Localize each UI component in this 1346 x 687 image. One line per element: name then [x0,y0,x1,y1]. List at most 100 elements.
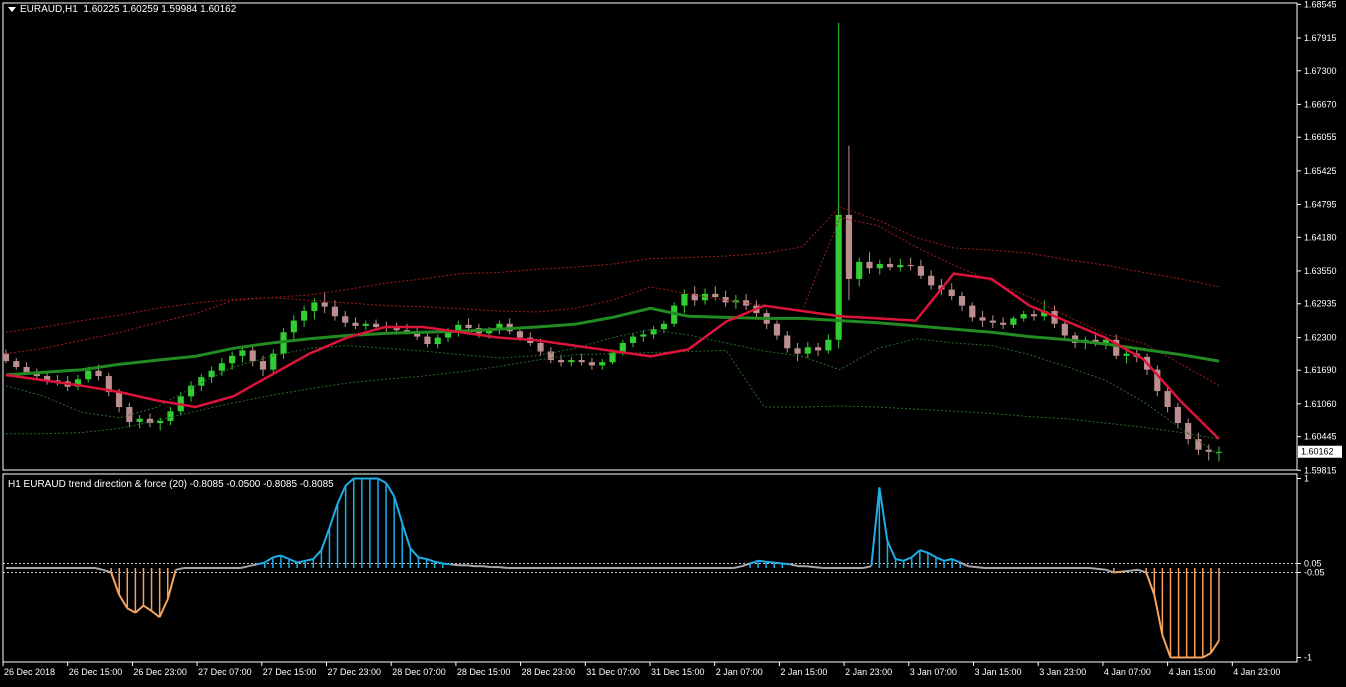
time-tick-label: 27 Dec 07:00 [198,667,252,677]
candle-body [897,265,904,268]
candle-body [1061,323,1068,336]
indicator-outline-segment [943,558,953,562]
indicator-outline-segment [175,567,185,571]
indicator-tick-label: -0.05 [1304,567,1325,577]
price-tick-label: 1.64795 [1304,199,1337,209]
candle-body [794,348,801,354]
time-tick-label: 27 Dec 23:00 [328,667,382,677]
candle-body [465,324,472,329]
chart-header: EURAUD,H1 1.60225 1.60259 1.59984 1.6016… [8,4,236,15]
candle-body [1123,353,1130,356]
candle-body [13,361,20,367]
candle-body [537,342,544,352]
indicator-outline-segment [806,565,815,569]
time-tick-label: 28 Dec 23:00 [522,667,576,677]
time-tick-label: 31 Dec 07:00 [586,667,640,677]
candle-body [424,336,431,345]
indicator-outline-segment [1089,567,1098,570]
indicator-outline-segment [814,566,823,569]
candle-body [342,316,349,323]
candle-body [558,360,565,363]
price-tick-label: 1.60445 [1304,432,1337,442]
chart-window[interactable]: 1.68545 1.67915 1.67300 1.66670 1.66055 1.654… [0,0,1346,682]
indicator-outline-segment [870,487,881,567]
candle-body [352,322,359,326]
indicator-outline-segment [150,610,161,618]
slow-moving-average-line [5,306,1220,377]
indicator-outline-segment [790,563,799,568]
candle-body [362,323,369,326]
candle-body [1205,449,1212,452]
indicator-outline-segment [927,551,937,559]
indicator-tick-label: -1 [1304,653,1312,663]
indicator-outline-segment [288,558,298,564]
indicator-outline-segment [118,594,129,609]
candle-body [239,350,246,356]
indicator-outline-segment [336,485,347,504]
candle-body [321,302,328,307]
indicator-outline-segment [1097,567,1106,571]
candle-body [784,335,791,349]
indicator-outline-segment [774,561,783,565]
candle-body [979,317,986,321]
time-tick-label: 28 Dec 15:00 [457,667,511,677]
time-tick-label: 3 Jan 15:00 [975,667,1022,677]
symbol-label: EURAUD,H1 [20,4,78,15]
indicator-outline-segment [312,549,323,560]
indicator-outline-segment [1129,568,1139,572]
chart-canvas[interactable]: 1.68545 1.67915 1.67300 1.66670 1.66055 1.654… [0,0,1346,682]
current-price-label: 1.60162 [1301,447,1334,457]
indicator-outline-segment [296,559,306,564]
candle-body [640,334,647,337]
indicator-outline-segment [951,558,961,564]
indicator-outline-segment [1210,639,1220,654]
candle-body [218,363,225,371]
candle-body [928,275,935,286]
candle-body [372,323,380,327]
time-tick-label: 3 Jan 07:00 [910,667,957,677]
candle-body [660,323,667,330]
time-tick-label: 31 Dec 15:00 [651,667,705,677]
candle-body [629,336,637,343]
price-tick-label: 1.61690 [1304,365,1337,375]
indicator-outline-segment [126,607,136,614]
indicator-outline-segment [142,604,153,612]
candle-body [845,214,853,279]
indicator-outline-segment [401,522,412,549]
time-tick-label: 27 Dec 15:00 [263,667,317,677]
indicator-outline-segment [919,549,929,554]
indicator-outline-segment [280,554,290,560]
candle-body [331,306,339,317]
indicator-outline-segment [134,604,145,614]
price-tick-label: 1.66670 [1304,99,1337,109]
indicator-outline-segment [862,565,872,569]
candle-body [157,420,164,424]
indicator-outline-segment [304,558,314,562]
candle-body [712,293,719,298]
candle-body [568,360,575,363]
chevron-down-icon[interactable] [8,6,16,12]
indicator-outline-segment [935,556,945,562]
indicator-outline-segment [733,565,743,569]
indicator-outline-segment [450,563,460,567]
price-tick-label: 1.67300 [1304,66,1337,76]
indicator-outline-segment [757,559,767,563]
price-tick-label: 1.62935 [1304,299,1337,309]
candle-body [1010,318,1017,325]
indicator-outline-segment [409,547,420,558]
candle-body [917,266,924,276]
candle-body [249,350,256,362]
candle-body [1020,314,1027,319]
candle-body [866,261,873,269]
indicator-outline-segment [1153,594,1164,636]
indicator-outline-segment [878,487,889,542]
indicator-outline-segment [377,477,387,484]
indicator-outline-segment [1145,572,1156,596]
candle-body [588,362,596,366]
candle-body [259,361,267,370]
indicator-outline-segment [1113,570,1123,574]
time-tick-label: 26 Dec 23:00 [133,667,187,677]
candle-body [989,320,996,323]
candle-body [95,370,102,377]
price-tick-label: 1.61060 [1304,399,1337,409]
